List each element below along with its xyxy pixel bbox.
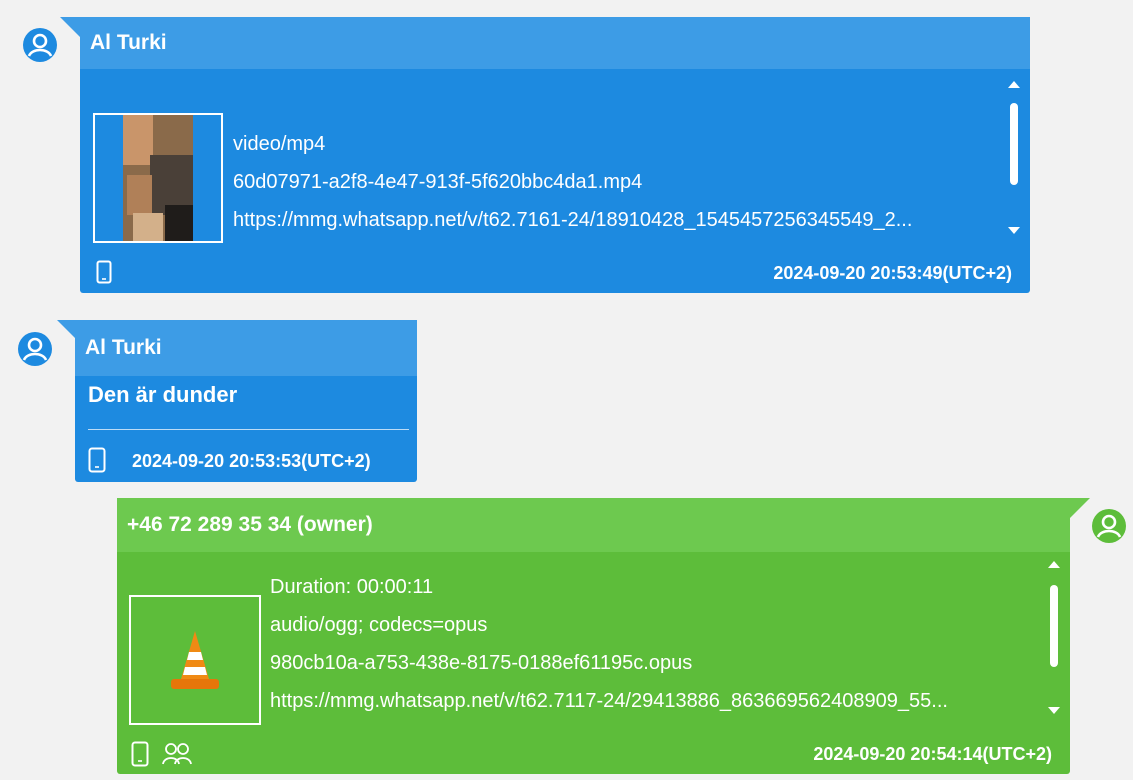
duration: Duration: 00:00:11 <box>270 576 434 598</box>
scroll-down-icon[interactable] <box>1008 227 1020 234</box>
scroll-down-icon[interactable] <box>1048 707 1060 714</box>
audio-thumbnail[interactable] <box>129 595 261 725</box>
divider <box>88 429 409 430</box>
timestamp: 2024-09-20 20:53:49(UTC+2) <box>773 263 1012 283</box>
sender-name: +46 72 289 35 34 (owner) <box>117 498 1070 552</box>
scroll-up-icon[interactable] <box>1008 81 1020 88</box>
media-url[interactable]: https://mmg.whatsapp.net/v/t62.7117-24/2… <box>270 682 948 720</box>
scroll-thumb[interactable] <box>1010 103 1018 185</box>
scroll-up-icon[interactable] <box>1048 561 1060 568</box>
scrollbar[interactable] <box>1007 81 1021 241</box>
sender-name: Al Turki <box>80 17 1030 69</box>
file-name: 980cb10a-a753-438e-8175-0188ef61195c.opu… <box>270 652 693 674</box>
phone-icon <box>88 447 106 473</box>
message-text: Den är dunder <box>88 382 238 407</box>
video-thumbnail[interactable] <box>93 113 223 243</box>
scroll-thumb[interactable] <box>1050 585 1058 667</box>
message-bubble[interactable]: +46 72 289 35 34 (owner) Duration: 00:00… <box>117 498 1090 774</box>
mime-type: audio/ogg; codecs=opus <box>270 614 488 636</box>
owner-avatar-icon <box>1092 509 1126 543</box>
vlc-cone-icon <box>171 631 219 689</box>
timestamp: 2024-09-20 20:53:53(UTC+2) <box>132 451 371 471</box>
mime-type: video/mp4 <box>233 133 326 155</box>
phone-icon <box>131 741 149 767</box>
contact-avatar-icon <box>18 332 52 366</box>
media-info: Duration: 00:00:11 audio/ogg; codecs=opu… <box>270 568 948 720</box>
scrollbar[interactable] <box>1047 561 1061 721</box>
message-bubble[interactable]: Al Turki Den är dunder 2024-09-20 20:53:… <box>57 320 417 482</box>
media-info: video/mp4 60d07971-a2f8-4e47-913f-5f620b… <box>233 125 912 239</box>
timestamp: 2024-09-20 20:54:14(UTC+2) <box>813 744 1052 764</box>
file-name: 60d07971-a2f8-4e47-913f-5f620bbc4da1.mp4 <box>233 171 643 193</box>
media-url[interactable]: https://mmg.whatsapp.net/v/t62.7161-24/1… <box>233 201 912 239</box>
group-icon <box>162 743 192 765</box>
contact-avatar-icon <box>23 28 57 62</box>
phone-icon <box>96 260 112 284</box>
sender-name: Al Turki <box>75 320 417 376</box>
message-bubble[interactable]: Al Turki video/mp4 60d07971-a2f8-4e47-91… <box>60 17 1030 293</box>
